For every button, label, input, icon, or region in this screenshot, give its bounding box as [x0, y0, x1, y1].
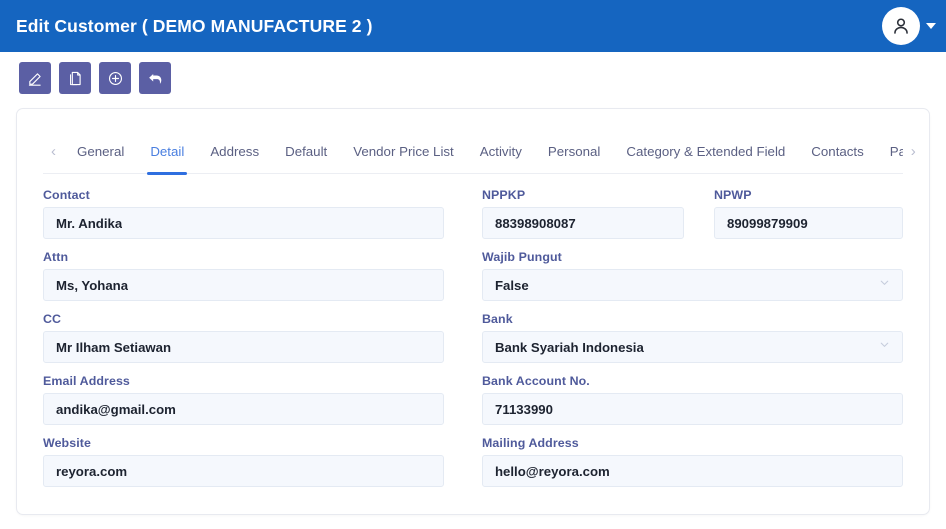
npwp-value: 89099879909 [727, 215, 808, 231]
attn-label: Attn [43, 250, 69, 264]
chevron-down-icon [878, 338, 891, 356]
field-contact: Contact Mr. Andika [43, 188, 444, 239]
tab-part-alias[interactable]: Part Alia [877, 130, 903, 174]
bank-account-no-label: Bank Account No. [482, 374, 590, 388]
bank-account-no-value: 71133990 [495, 401, 553, 417]
detail-card: ‹ General Detail Address Default Vendor … [16, 108, 930, 515]
nppkp-value: 88398908087 [495, 215, 576, 231]
tab-contacts[interactable]: Contacts [798, 130, 876, 174]
npwp-label: NPWP [714, 188, 752, 202]
email-address-label: Email Address [43, 374, 130, 388]
email-address-value: andika@gmail.com [56, 401, 176, 417]
field-email-address: Email Address andika@gmail.com [43, 374, 444, 425]
field-mailing-address: Mailing Address hello@reyora.com [482, 436, 903, 487]
tab-detail[interactable]: Detail [137, 130, 197, 175]
bank-value: Bank Syariah Indonesia [495, 339, 644, 355]
tab-bar: ‹ General Detail Address Default Vendor … [43, 130, 916, 175]
back-button[interactable] [139, 62, 171, 94]
tab-address[interactable]: Address [197, 130, 272, 174]
tab-default[interactable]: Default [272, 130, 340, 174]
mailing-address-label: Mailing Address [482, 436, 579, 450]
npwp-input[interactable]: 89099879909 [714, 207, 903, 239]
field-bank-account-no: Bank Account No. 71133990 [482, 374, 903, 425]
cc-value: Mr Ilham Setiawan [56, 339, 172, 355]
tab-category-extended-field[interactable]: Category & Extended Field [613, 130, 798, 174]
add-button[interactable] [99, 62, 131, 94]
contact-input[interactable]: Mr. Andika [43, 207, 444, 239]
header-user-menu[interactable] [882, 0, 936, 52]
bank-select[interactable]: Bank Syariah Indonesia [482, 331, 903, 363]
email-address-input[interactable]: andika@gmail.com [43, 393, 444, 425]
copy-button[interactable] [59, 62, 91, 94]
website-label: Website [43, 436, 91, 450]
field-nppkp: NPPKP 88398908087 [482, 188, 684, 239]
attn-input[interactable]: Ms, Yohana [43, 269, 444, 301]
user-avatar-icon[interactable] [882, 7, 920, 45]
chevron-down-icon [878, 276, 891, 294]
page-title: Edit Customer ( DEMO MANUFACTURE 2 ) [16, 15, 373, 36]
contact-value: Mr. Andika [56, 215, 123, 231]
app-header: Edit Customer ( DEMO MANUFACTURE 2 ) [0, 0, 946, 52]
field-npwp: NPWP 89099879909 [714, 188, 903, 239]
wajib-pungut-select[interactable]: False [482, 269, 903, 301]
website-input[interactable]: reyora.com [43, 455, 444, 487]
attn-value: Ms, Yohana [56, 277, 129, 293]
website-value: reyora.com [56, 463, 128, 479]
wajib-pungut-label: Wajib Pungut [482, 250, 562, 264]
mailing-address-value: hello@reyora.com [495, 463, 610, 479]
bank-account-no-input[interactable]: 71133990 [482, 393, 903, 425]
tabs-next-arrow-icon[interactable]: › [903, 144, 924, 159]
mailing-address-input[interactable]: hello@reyora.com [482, 455, 903, 487]
bank-label: Bank [482, 312, 513, 326]
tab-vendor-price-list[interactable]: Vendor Price List [340, 130, 467, 174]
chevron-down-icon[interactable] [926, 23, 936, 29]
contact-label: Contact [43, 188, 90, 202]
tabs-prev-arrow-icon[interactable]: ‹ [43, 144, 64, 159]
form-column-left: Contact Mr. Andika Attn Ms, Yohana CC Mr… [43, 188, 444, 498]
field-attn: Attn Ms, Yohana [43, 250, 444, 301]
tab-personal[interactable]: Personal [535, 130, 613, 174]
field-wajib-pungut: Wajib Pungut False [482, 250, 903, 301]
edit-button[interactable] [19, 62, 51, 94]
action-toolbar [0, 52, 946, 104]
cc-input[interactable]: Mr Ilham Setiawan [43, 331, 444, 363]
field-bank: Bank Bank Syariah Indonesia [482, 312, 903, 363]
form-column-right: NPPKP 88398908087 NPWP 89099879909 Wajib… [482, 188, 903, 498]
tab-general[interactable]: General [64, 130, 137, 174]
nppkp-label: NPPKP [482, 188, 526, 202]
tax-ids-row: NPPKP 88398908087 NPWP 89099879909 [482, 188, 903, 250]
field-website: Website reyora.com [43, 436, 444, 487]
nppkp-input[interactable]: 88398908087 [482, 207, 684, 239]
detail-form: Contact Mr. Andika Attn Ms, Yohana CC Mr… [17, 174, 929, 498]
field-cc: CC Mr Ilham Setiawan [43, 312, 444, 363]
tab-activity[interactable]: Activity [467, 130, 535, 174]
wajib-pungut-value: False [495, 277, 529, 293]
cc-label: CC [43, 312, 62, 326]
